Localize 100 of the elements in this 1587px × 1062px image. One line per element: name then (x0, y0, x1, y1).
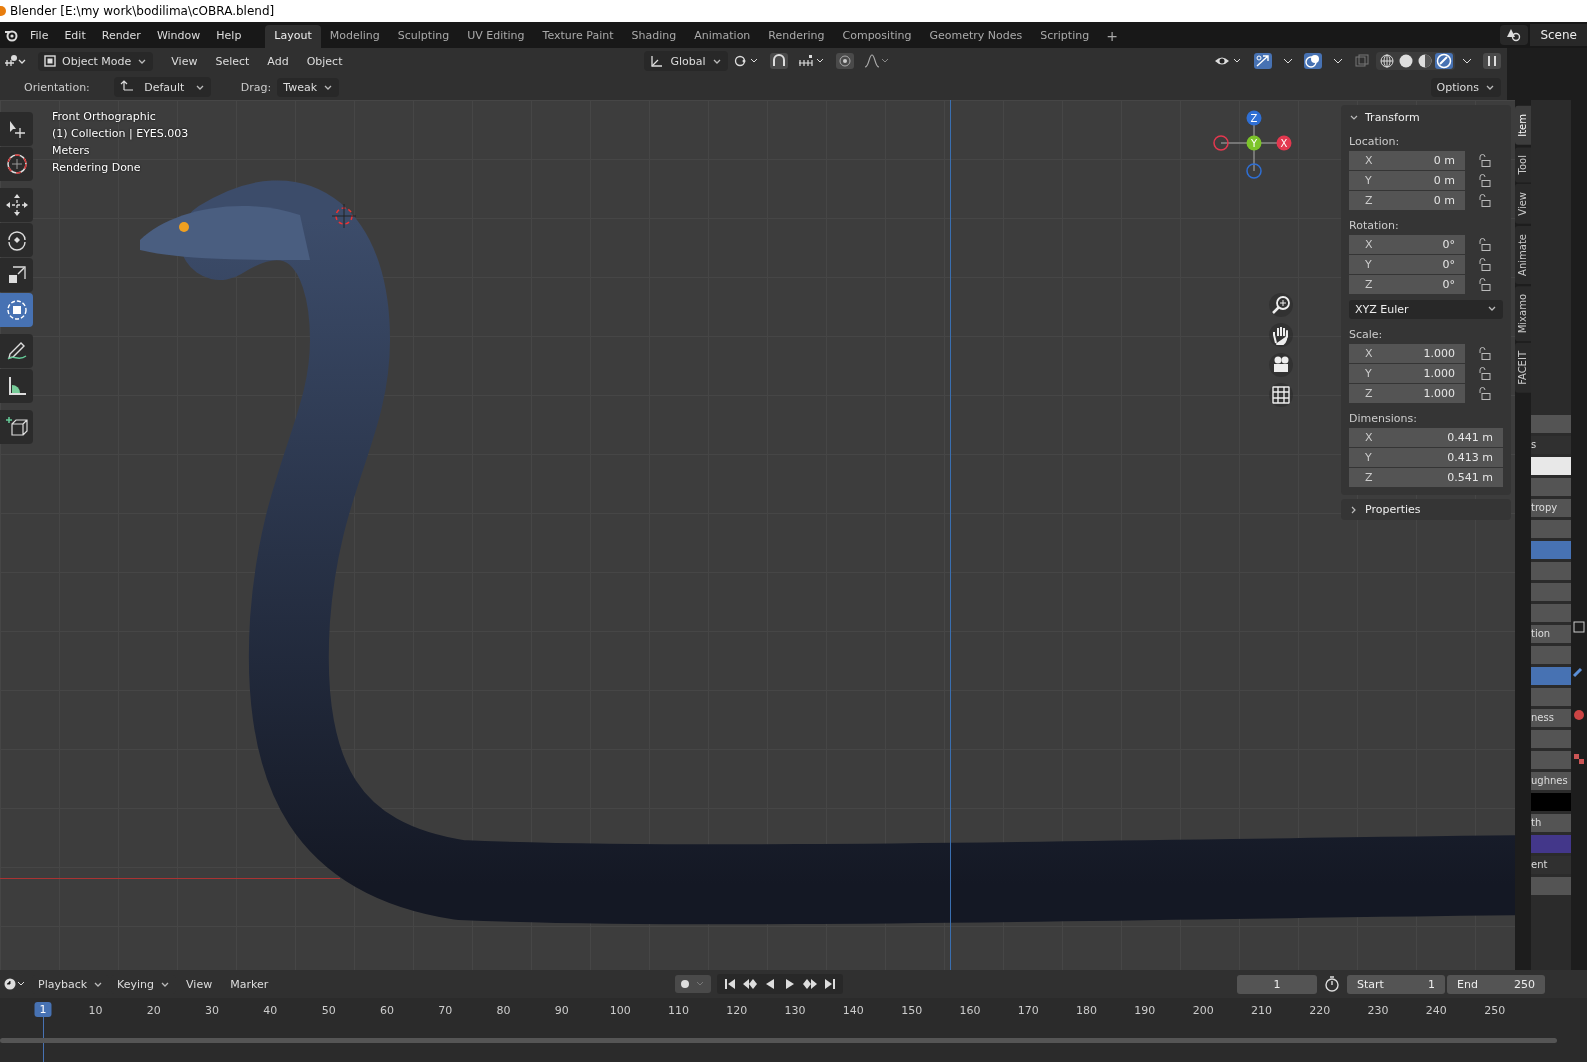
pause-icon[interactable] (1483, 53, 1501, 69)
sidebar-tab[interactable]: Tool (1515, 146, 1531, 183)
camera-icon[interactable] (1269, 353, 1293, 377)
tool-button[interactable] (0, 258, 33, 292)
workspace-tab[interactable]: Compositing (833, 25, 921, 48)
sidebar-tab[interactable]: Animate (1515, 225, 1531, 284)
menu-item[interactable]: Help (208, 28, 250, 42)
lock-icon[interactable] (1477, 173, 1491, 188)
workspace-tab[interactable]: Geometry Nodes (920, 25, 1032, 48)
add-workspace-button[interactable]: + (1098, 28, 1126, 48)
workspace-tab[interactable]: Sculpting (388, 25, 459, 48)
lock-icon[interactable] (1477, 366, 1491, 381)
property-field[interactable]: tropy (1531, 499, 1571, 517)
tool-button[interactable] (0, 223, 33, 257)
sidebar-tab[interactable]: View (1515, 184, 1531, 224)
property-field[interactable]: th (1531, 814, 1571, 832)
property-field[interactable]: ughnes (1531, 772, 1571, 790)
number-field[interactable]: Z 0° (1349, 275, 1465, 294)
editor-type-icon[interactable] (4, 54, 26, 68)
solid-sphere-icon[interactable] (1397, 53, 1415, 69)
object-mode-dropdown[interactable]: Object Mode (38, 51, 154, 71)
property-field[interactable] (1531, 520, 1571, 538)
lock-icon[interactable] (1477, 193, 1491, 208)
proportional-edit-icon[interactable] (835, 53, 854, 69)
drag-dropdown[interactable]: Tweak (277, 77, 340, 97)
lock-icon[interactable] (1477, 257, 1491, 272)
tool-button[interactable] (0, 147, 33, 181)
end-frame-field[interactable]: End 250 (1447, 974, 1545, 994)
number-field[interactable]: Y 1.000 (1349, 364, 1465, 383)
timeline-menu[interactable]: View (178, 977, 221, 991)
color-swatch[interactable] (1531, 793, 1571, 811)
rendered-sphere-icon[interactable] (1435, 53, 1453, 69)
start-frame-field[interactable]: Start 1 (1347, 974, 1445, 994)
tool-icon[interactable] (1572, 620, 1586, 634)
menu-item[interactable]: Object (298, 54, 351, 68)
sidebar-tab[interactable]: Mixamo (1515, 285, 1531, 342)
workspace-tab[interactable]: Animation (685, 25, 760, 48)
workspace-tab[interactable]: Layout (265, 25, 321, 48)
tool-button[interactable] (0, 334, 33, 368)
options-dropdown[interactable]: Options (1430, 77, 1501, 97)
overlays-icon[interactable] (1304, 53, 1322, 69)
tool-button[interactable] (0, 188, 33, 222)
tool-button[interactable] (0, 410, 33, 444)
timeline-menu[interactable]: Marker (222, 977, 277, 991)
number-field[interactable]: Z 1.000 (1349, 384, 1465, 403)
tool-button[interactable] (0, 369, 33, 403)
zoom-icon[interactable] (1269, 293, 1293, 317)
scrollbar[interactable] (0, 1038, 1557, 1043)
number-field[interactable]: Z 0 m (1349, 191, 1465, 210)
property-field[interactable] (1531, 415, 1571, 433)
number-field[interactable]: Y 0.413 m (1349, 448, 1503, 467)
menu-item[interactable]: Edit (56, 28, 94, 42)
material-sphere-icon[interactable] (1572, 708, 1586, 722)
lock-icon[interactable] (1477, 277, 1491, 292)
grid-icon[interactable] (1269, 383, 1293, 407)
transform-orientation-dropdown[interactable]: Default (113, 77, 211, 97)
number-field[interactable]: X 0.441 m (1349, 428, 1503, 447)
menu-item[interactable]: Window (148, 28, 209, 42)
record-icon[interactable] (674, 975, 711, 993)
number-field[interactable]: Y 0 m (1349, 171, 1465, 190)
sidebar-tab[interactable]: FACEIT (1515, 343, 1531, 393)
workspace-tab[interactable]: UV Editing (458, 25, 534, 48)
transform-panel-header[interactable]: Transform (1349, 109, 1503, 126)
checker-icon[interactable] (1572, 752, 1586, 766)
property-field[interactable] (1531, 688, 1571, 706)
properties-panel-header[interactable]: Properties (1341, 499, 1511, 520)
property-field[interactable] (1531, 562, 1571, 580)
number-field[interactable]: X 1.000 (1349, 344, 1465, 363)
menu-item[interactable]: View (163, 54, 206, 68)
workspace-tab[interactable]: Rendering (759, 25, 834, 48)
lock-icon[interactable] (1477, 153, 1491, 168)
stopwatch-icon[interactable] (1323, 975, 1341, 993)
lock-icon[interactable] (1477, 386, 1491, 401)
property-field[interactable] (1531, 751, 1571, 769)
sidebar-tab[interactable]: Item (1515, 106, 1531, 145)
workspace-tab[interactable]: Texture Paint (533, 25, 623, 48)
property-field[interactable] (1531, 478, 1571, 496)
property-field[interactable]: tion (1531, 625, 1571, 643)
workspace-tab[interactable]: Shading (622, 25, 686, 48)
number-field[interactable]: X 0 m (1349, 151, 1465, 170)
navigation-gizmo[interactable]: Z Y X (1209, 108, 1299, 198)
pivot-icon[interactable] (733, 54, 760, 68)
timeline-track[interactable]: 1 10 20 30 40 50 60 70 80 90 100 110 120 130 140 150 160 170 180 190 200 210 220 230 240 250 (0, 998, 1587, 1062)
menu-item[interactable]: Render (93, 28, 149, 42)
tool-button[interactable] (0, 112, 33, 146)
slider-field[interactable] (1531, 541, 1571, 559)
lock-icon[interactable] (1477, 346, 1491, 361)
property-field[interactable]: ness (1531, 709, 1571, 727)
material-sphere-icon[interactable] (1416, 53, 1434, 69)
rotation-mode-dropdown[interactable]: XYZ Euler (1349, 300, 1503, 319)
next-keyframe-icon[interactable] (800, 976, 819, 992)
number-field[interactable]: Z 0.541 m (1349, 468, 1503, 487)
workspace-tab[interactable]: Scripting (1031, 25, 1099, 48)
falloff-curve-icon[interactable] (863, 54, 890, 68)
property-field[interactable] (1531, 604, 1571, 622)
property-field[interactable] (1531, 877, 1571, 895)
number-field[interactable]: Y 0° (1349, 255, 1465, 274)
playhead-frame-badge[interactable]: 1 (34, 1002, 52, 1017)
lock-icon[interactable] (1477, 237, 1491, 252)
orientation-dropdown[interactable]: Global (644, 51, 728, 71)
